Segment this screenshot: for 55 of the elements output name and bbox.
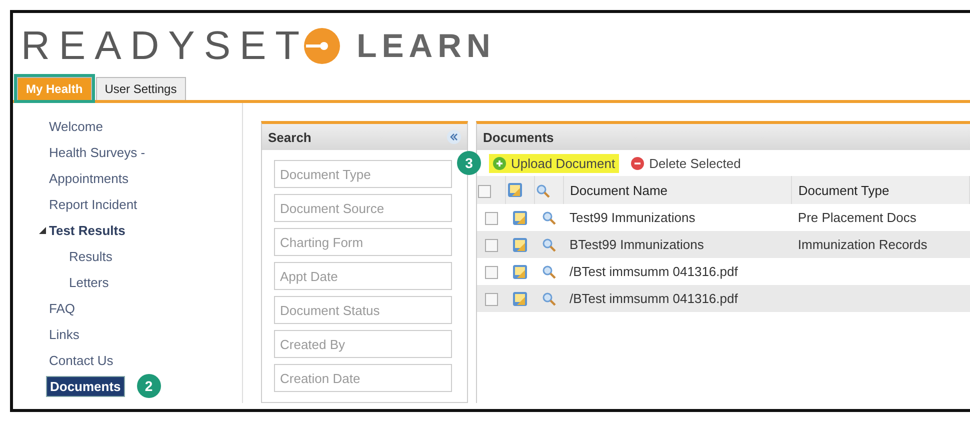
search-field[interactable]: Document Type <box>274 160 452 188</box>
table-cell: Test99 Immunizations <box>570 210 696 225</box>
toolbar-button[interactable]: Delete Selected <box>627 154 745 172</box>
document-icon <box>507 182 523 198</box>
search-icon[interactable] <box>542 265 556 280</box>
table-cell: Pre Placement Docs <box>798 210 916 225</box>
toolbar-button[interactable]: Upload Document <box>489 154 620 172</box>
panel-title: Search <box>268 130 312 144</box>
document-icon[interactable] <box>512 290 528 307</box>
remove-icon <box>631 156 644 170</box>
search-icon[interactable] <box>542 238 556 252</box>
column-header[interactable]: Document Type <box>792 176 970 204</box>
checkbox[interactable] <box>484 212 498 226</box>
sidebar-item[interactable]: Appointments <box>49 170 128 186</box>
step-badge: 3 <box>457 151 481 175</box>
sidebar-item[interactable]: Results <box>69 248 112 264</box>
table-cell: BTest99 Immunizations <box>570 237 704 252</box>
table-cell: /BTest immsumm 041316.pdf <box>570 291 738 306</box>
document-icon[interactable] <box>512 210 528 226</box>
search-icon[interactable] <box>542 211 556 226</box>
sidebar-item[interactable]: Contact Us <box>49 352 114 368</box>
tab[interactable]: User Settings <box>96 77 186 100</box>
search-field[interactable]: Appt Date <box>274 262 452 290</box>
logo-text: READYSET <box>21 24 309 68</box>
checkbox[interactable] <box>478 184 491 198</box>
search-field[interactable]: Document Source <box>274 194 452 222</box>
search-icon <box>536 184 550 198</box>
document-icon[interactable] <box>512 264 528 280</box>
sidebar-item[interactable]: FAQ <box>49 300 76 316</box>
sidebar-item[interactable]: Links <box>49 326 80 342</box>
checkbox[interactable] <box>484 293 498 306</box>
logo-text: LEARN <box>356 27 496 65</box>
panel-title: Documents <box>483 130 554 144</box>
search-field[interactable]: Document Status <box>274 296 452 324</box>
search-field[interactable]: Creation Date <box>274 364 452 392</box>
search-field[interactable]: Created By <box>274 330 452 358</box>
sidebar-item[interactable]: Welcome <box>49 118 103 134</box>
add-icon <box>493 156 506 170</box>
checkbox[interactable] <box>484 239 498 252</box>
document-icon[interactable] <box>512 236 528 253</box>
column-header[interactable]: Document Name <box>564 176 792 204</box>
sidebar-item[interactable]: Documents <box>46 376 125 396</box>
table-cell: /BTest immsumm 041316.pdf <box>570 264 738 279</box>
table-cell: Immunization Records <box>798 237 928 252</box>
checkbox[interactable] <box>484 266 498 280</box>
expand-triangle-icon[interactable] <box>39 226 46 234</box>
sidebar-item[interactable]: Letters <box>69 274 109 290</box>
step-badge: 2 <box>136 374 161 398</box>
sidebar-item[interactable]: Health Surveys - <box>49 144 146 160</box>
search-icon[interactable] <box>542 292 556 306</box>
search-field[interactable]: Charting Form <box>274 228 452 256</box>
arrow-circle-logo-icon <box>302 27 341 65</box>
sidebar-item[interactable]: Test Results <box>49 222 126 238</box>
collapse-icon[interactable] <box>447 130 461 144</box>
sidebar-item[interactable]: Report Incident <box>49 196 138 212</box>
